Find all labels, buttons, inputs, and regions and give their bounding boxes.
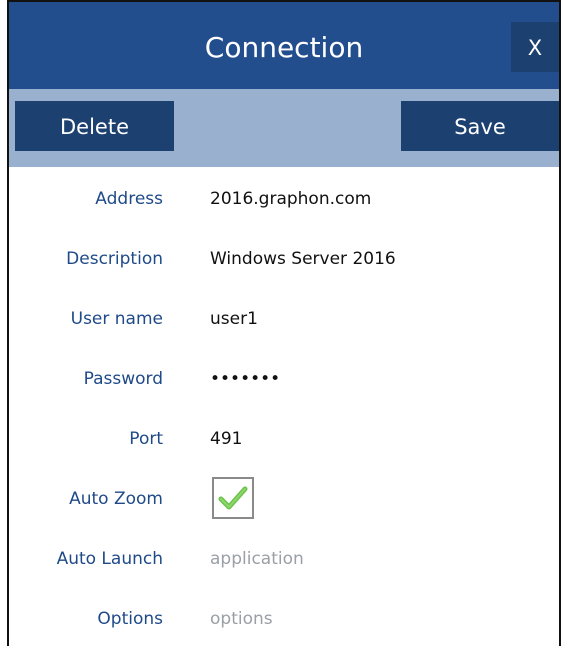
auto-launch-field[interactable]: application bbox=[210, 528, 304, 588]
auto-zoom-row: Auto Zoom bbox=[9, 468, 559, 528]
options-row: Options options bbox=[9, 588, 559, 646]
window-border-right bbox=[559, 0, 561, 646]
description-field[interactable]: Windows Server 2016 bbox=[210, 228, 396, 288]
title-bar: Connection X bbox=[9, 0, 559, 89]
description-label: Description bbox=[66, 249, 163, 269]
action-toolbar: Delete Save bbox=[9, 89, 559, 167]
username-label: User name bbox=[70, 309, 163, 329]
options-label: Options bbox=[97, 609, 163, 629]
port-label: Port bbox=[129, 429, 163, 449]
address-field[interactable]: 2016.graphon.com bbox=[210, 168, 371, 228]
close-icon: X bbox=[527, 36, 543, 60]
connection-dialog: Connection X Delete Save Address 2016.gr… bbox=[0, 0, 562, 646]
dialog-title: Connection bbox=[204, 31, 364, 64]
password-row: Password ••••••• bbox=[9, 348, 559, 408]
auto-zoom-label: Auto Zoom bbox=[69, 489, 163, 509]
auto-launch-row: Auto Launch application bbox=[9, 528, 559, 588]
address-label: Address bbox=[95, 189, 163, 209]
password-field[interactable]: ••••••• bbox=[210, 348, 280, 408]
username-row: User name user1 bbox=[9, 288, 559, 348]
delete-button[interactable]: Delete bbox=[15, 101, 174, 151]
port-field[interactable]: 491 bbox=[210, 408, 242, 468]
auto-zoom-checkbox[interactable] bbox=[212, 477, 254, 519]
options-field[interactable]: options bbox=[210, 588, 273, 646]
address-row: Address 2016.graphon.com bbox=[9, 168, 559, 228]
save-button[interactable]: Save bbox=[401, 101, 559, 151]
port-row: Port 491 bbox=[9, 408, 559, 468]
username-field[interactable]: user1 bbox=[210, 288, 258, 348]
description-row: Description Windows Server 2016 bbox=[9, 228, 559, 288]
password-label: Password bbox=[83, 369, 163, 389]
connection-form: Address 2016.graphon.com Description Win… bbox=[9, 167, 559, 646]
auto-launch-label: Auto Launch bbox=[56, 549, 163, 569]
close-button[interactable]: X bbox=[511, 22, 559, 72]
checkmark-icon bbox=[218, 486, 248, 510]
